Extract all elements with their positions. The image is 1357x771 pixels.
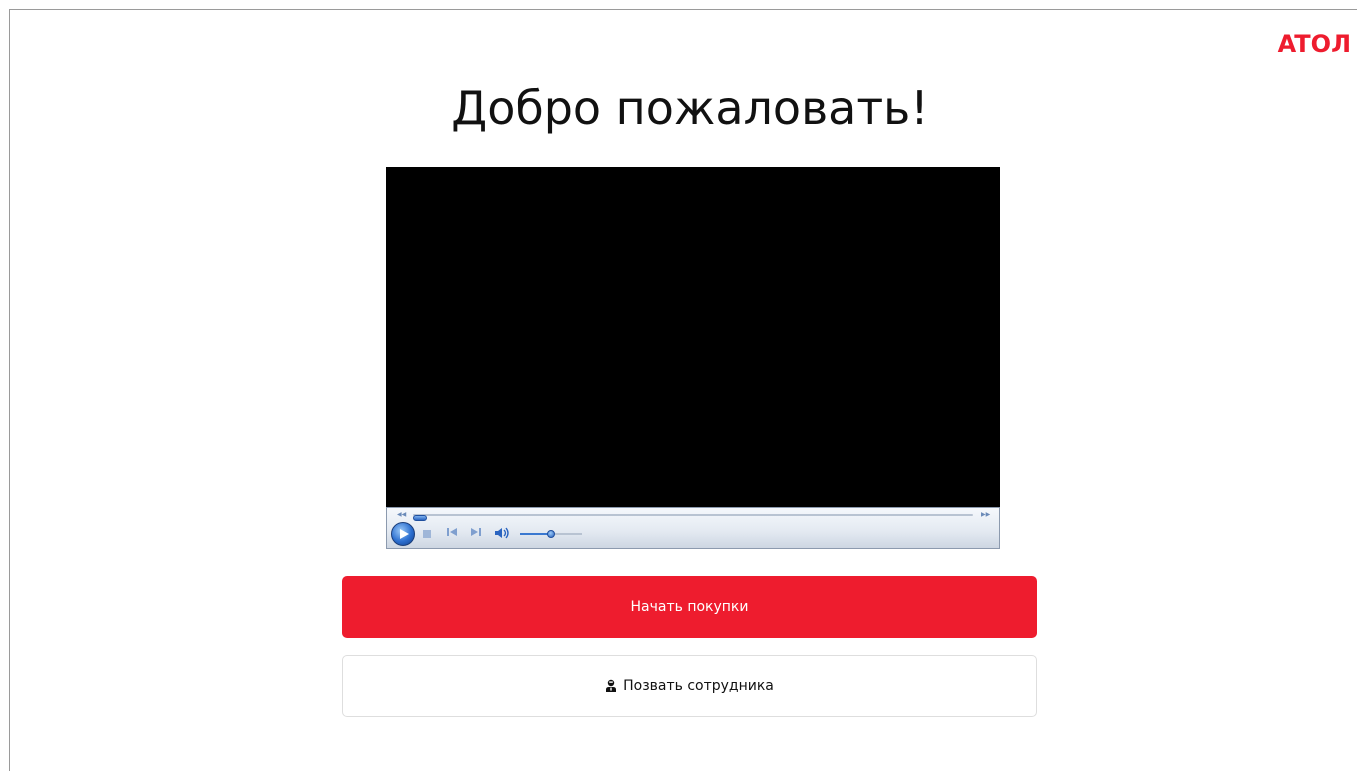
- video-controls: ◀◀ ▶▶: [386, 507, 1000, 549]
- previous-icon[interactable]: [445, 527, 459, 539]
- seek-track[interactable]: [413, 514, 973, 521]
- volume-thumb[interactable]: [547, 530, 555, 538]
- video-player[interactable]: ◀◀ ▶▶: [386, 167, 1000, 549]
- play-icon[interactable]: [391, 522, 415, 546]
- stop-icon[interactable]: [423, 530, 431, 538]
- call-staff-button[interactable]: Позвать сотрудника: [342, 655, 1037, 717]
- atol-logo: ATOЛ: [1277, 30, 1351, 58]
- video-display[interactable]: [386, 167, 1000, 507]
- seek-thumb[interactable]: [413, 515, 427, 521]
- volume-slider[interactable]: [520, 530, 582, 538]
- staff-person-icon: [605, 658, 617, 692]
- seek-forward-icon[interactable]: ▶▶: [981, 510, 990, 520]
- seek-bar[interactable]: ◀◀ ▶▶: [387, 510, 1001, 521]
- welcome-screen: ATOЛ Добро пожаловать! ◀◀ ▶▶ Начать поку…: [0, 0, 1357, 771]
- call-staff-label: Позвать сотрудника: [623, 678, 774, 694]
- volume-icon[interactable]: [493, 527, 511, 539]
- page-title: Добро пожаловать!: [451, 81, 929, 135]
- seek-back-icon[interactable]: ◀◀: [397, 510, 406, 520]
- next-icon[interactable]: [469, 527, 483, 539]
- window-border-top: [9, 9, 1357, 10]
- start-shopping-button[interactable]: Начать покупки: [342, 576, 1037, 638]
